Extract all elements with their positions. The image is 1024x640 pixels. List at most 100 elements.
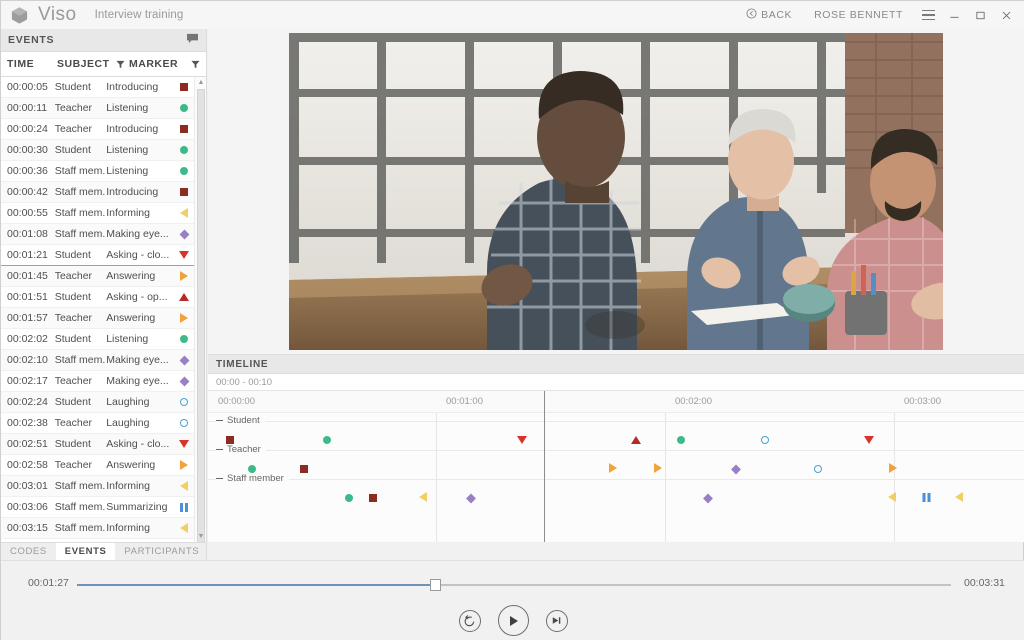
close-button[interactable] bbox=[993, 2, 1019, 28]
marker-glyph-ocircle bbox=[180, 419, 189, 427]
marker-glyph-tri-up bbox=[179, 293, 190, 301]
table-row[interactable]: 00:00:42 Staff mem... Introducing bbox=[1, 182, 194, 203]
table-row[interactable]: 00:02:58 Teacher Answering bbox=[1, 455, 194, 476]
timeline-lane-label[interactable]: Student bbox=[216, 415, 265, 426]
timeline-marker[interactable] bbox=[323, 431, 331, 449]
event-subject: Student bbox=[54, 396, 91, 408]
collapse-dash-icon[interactable] bbox=[216, 477, 223, 480]
user-name-button[interactable]: ROSE BENNETT bbox=[802, 9, 915, 21]
seek-handle[interactable] bbox=[430, 579, 442, 591]
scroll-down-arrow[interactable]: ▼ bbox=[195, 531, 207, 542]
timeline-marker[interactable] bbox=[345, 489, 353, 507]
tab-events[interactable]: EVENTS bbox=[55, 542, 116, 561]
events-row-list[interactable]: 00:00:05 Student Introducing 00:00:11 Teache… bbox=[1, 77, 194, 542]
timeline-ruler[interactable]: 00:00:00 00:01:00 00:02:00 00:03:00 bbox=[208, 391, 1024, 413]
tab-participants[interactable]: PARTICIPANTS bbox=[115, 543, 208, 561]
event-subject: Staff mem... bbox=[54, 228, 107, 240]
timeline-marker[interactable] bbox=[631, 431, 641, 449]
back-label: BACK bbox=[761, 9, 793, 21]
seek-slider[interactable] bbox=[77, 579, 951, 591]
timeline-marker[interactable] bbox=[955, 489, 963, 507]
event-time: 00:02:02 bbox=[7, 333, 48, 345]
event-marker: Listening bbox=[106, 165, 149, 177]
marker-filter-icon[interactable] bbox=[186, 60, 204, 69]
timeline-marker[interactable] bbox=[703, 489, 713, 507]
scroll-up-arrow[interactable]: ▲ bbox=[195, 77, 207, 88]
timeline-marker[interactable] bbox=[864, 431, 874, 449]
timeline-marker[interactable] bbox=[889, 460, 897, 478]
column-header-time: TIME bbox=[7, 58, 35, 70]
table-row[interactable]: 00:02:02 Student Listening bbox=[1, 329, 194, 350]
tab-codes[interactable]: CODES bbox=[1, 543, 56, 561]
table-row[interactable]: 00:03:15 Staff mem... Informing bbox=[1, 518, 194, 539]
back-button[interactable]: BACK bbox=[736, 8, 802, 22]
table-row[interactable]: 00:01:57 Teacher Answering bbox=[1, 308, 194, 329]
timeline-marker[interactable] bbox=[654, 460, 662, 478]
table-row[interactable]: 00:00:05 Student Introducing bbox=[1, 77, 194, 98]
scrollbar-thumb[interactable] bbox=[197, 89, 205, 544]
timeline-body[interactable]: Student Teacher Staff member bbox=[208, 413, 1024, 542]
video-player[interactable] bbox=[289, 33, 943, 350]
timeline-marker[interactable] bbox=[731, 460, 741, 478]
timeline-tick-label: 00:00:00 bbox=[218, 396, 255, 407]
table-row[interactable]: 00:00:30 Student Listening bbox=[1, 140, 194, 161]
marker-glyph-ocircle bbox=[814, 465, 822, 473]
video-area bbox=[208, 29, 1024, 354]
timeline-lane-staff-member: Staff member bbox=[208, 473, 1024, 508]
table-row[interactable]: 00:01:08 Staff mem... Making eye... bbox=[1, 224, 194, 245]
table-row[interactable]: 00:00:24 Teacher Introducing bbox=[1, 119, 194, 140]
table-row[interactable]: 00:02:10 Staff mem... Making eye... bbox=[1, 350, 194, 371]
table-row[interactable]: 00:03:01 Staff mem... Informing bbox=[1, 476, 194, 497]
timeline-lane-label[interactable]: Teacher bbox=[216, 444, 266, 455]
timeline-marker[interactable] bbox=[677, 431, 685, 449]
hamburger-icon[interactable] bbox=[915, 2, 941, 28]
marker-glyph-tri-right bbox=[180, 313, 189, 323]
timeline-marker[interactable] bbox=[922, 489, 932, 507]
timeline-marker[interactable] bbox=[419, 489, 427, 507]
table-row[interactable]: 00:01:21 Student Asking - clo... bbox=[1, 245, 194, 266]
event-subject: Student bbox=[54, 144, 91, 156]
event-subject: Staff mem... bbox=[54, 165, 107, 177]
timeline-marker[interactable] bbox=[814, 460, 822, 478]
table-row[interactable]: 00:02:38 Teacher Laughing bbox=[1, 413, 194, 434]
event-time: 00:03:15 bbox=[7, 522, 48, 534]
skip-to-end-button[interactable] bbox=[545, 609, 568, 632]
table-row[interactable]: 00:00:11 Teacher Listening bbox=[1, 98, 194, 119]
table-row[interactable]: 00:00:36 Staff mem... Listening bbox=[1, 161, 194, 182]
replay-button[interactable] bbox=[458, 609, 481, 632]
marker-glyph-tri-right bbox=[889, 463, 897, 473]
table-row[interactable]: 00:03:06 Staff mem... Summarizing bbox=[1, 497, 194, 518]
timeline-marker[interactable] bbox=[466, 489, 476, 507]
timeline-marker[interactable] bbox=[517, 431, 527, 449]
event-subject: Staff mem... bbox=[54, 501, 107, 513]
maximize-button[interactable] bbox=[967, 2, 993, 28]
comment-icon[interactable] bbox=[186, 31, 199, 49]
event-marker-icon bbox=[175, 355, 194, 365]
table-row[interactable]: 00:02:17 Teacher Making eye... bbox=[1, 371, 194, 392]
table-row[interactable]: 00:00:55 Staff mem... Informing bbox=[1, 203, 194, 224]
event-subject: Teacher bbox=[54, 312, 93, 324]
table-row[interactable]: 00:02:24 Student Laughing bbox=[1, 392, 194, 413]
left-panel-tabs[interactable]: CODES EVENTS PARTICIPANTS bbox=[1, 542, 208, 561]
subject-filter-icon[interactable] bbox=[111, 60, 129, 69]
marker-glyph-square bbox=[369, 494, 377, 502]
minimize-button[interactable] bbox=[941, 2, 967, 28]
table-row[interactable]: 00:02:51 Student Asking - clo... bbox=[1, 434, 194, 455]
table-row[interactable]: 00:01:45 Teacher Answering bbox=[1, 266, 194, 287]
event-marker-icon bbox=[175, 125, 194, 133]
play-button[interactable] bbox=[497, 605, 529, 636]
timeline-lane-label[interactable]: Staff member bbox=[216, 473, 289, 484]
table-row[interactable]: 00:01:51 Student Asking - op... bbox=[1, 287, 194, 308]
events-panel-title: EVENTS bbox=[8, 34, 55, 46]
collapse-dash-icon[interactable] bbox=[216, 419, 223, 422]
timeline-marker[interactable] bbox=[369, 489, 377, 507]
event-marker: Introducing bbox=[106, 81, 159, 93]
timeline-range-label: 00:00 - 00:10 bbox=[208, 374, 1024, 391]
timeline-marker[interactable] bbox=[888, 489, 896, 507]
events-scrollbar[interactable]: ▲ ▼ bbox=[194, 77, 207, 544]
timeline-marker[interactable] bbox=[761, 431, 769, 449]
timeline-marker[interactable] bbox=[300, 460, 308, 478]
collapse-dash-icon[interactable] bbox=[216, 448, 223, 451]
timeline-playhead[interactable] bbox=[544, 391, 545, 542]
timeline-marker[interactable] bbox=[609, 460, 617, 478]
